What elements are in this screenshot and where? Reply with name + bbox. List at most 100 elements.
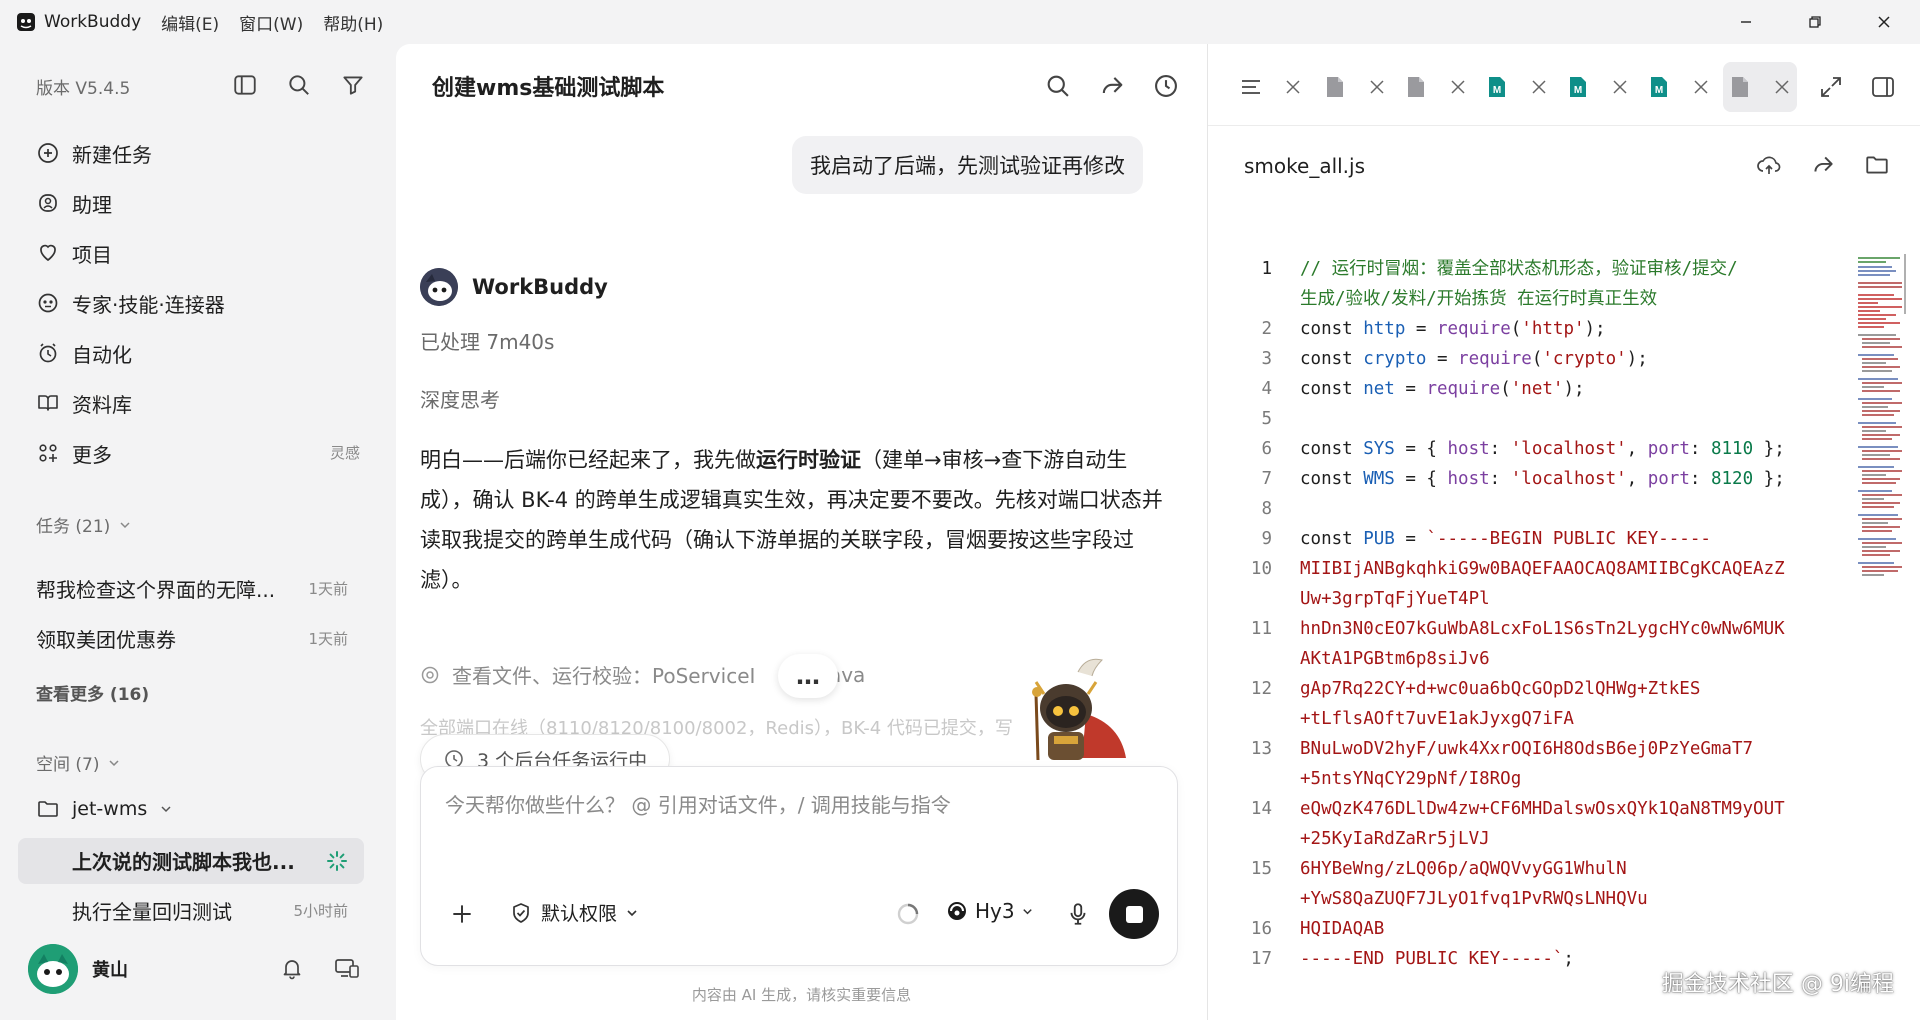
menu-help[interactable]: 帮助(H) [323, 10, 383, 35]
code-line[interactable]: Uw+3grpTqFjYueT4Pl [1208, 584, 1848, 614]
code-line[interactable]: 8 [1208, 494, 1848, 524]
filter-icon[interactable] [340, 72, 366, 98]
close-tab-icon[interactable] [1530, 78, 1548, 96]
inspiration-hint[interactable]: 灵感 [330, 442, 360, 463]
chat-input-placeholder[interactable]: 今天帮你做些什么？ @ 引用对话文件，/ 调用技能与指令 [445, 789, 951, 818]
outline-menu-icon[interactable] [1238, 74, 1264, 100]
code-line[interactable]: 9 const PUB = `-----BEGIN PUBLIC KEY----- [1208, 524, 1848, 554]
nav-expert-skills[interactable]: 专家·技能·连接器 [36, 288, 225, 318]
close-tab-icon[interactable] [1773, 78, 1791, 96]
code-line[interactable]: 12 gAp7Rq22CY+d+wc0ua6bQcGOpD2lQHWg+ZtkES [1208, 674, 1848, 704]
editor-file-tab[interactable]: M [1642, 62, 1716, 112]
sidebar-toggle-icon[interactable] [232, 72, 258, 98]
task-item[interactable]: 领取美团优惠券 1天前 [36, 624, 348, 653]
nav-new-task[interactable]: 新建任务 [36, 138, 152, 168]
code-line[interactable]: 6 const SYS = { host: 'localhost', port: … [1208, 434, 1848, 464]
code-line[interactable]: 13 BNuLwoDV2hyF/uwk4XxrOQI6H8OdsB6ej0PzYe… [1208, 734, 1848, 764]
editor-file-tab[interactable]: M [1561, 62, 1635, 112]
add-attachment-icon[interactable] [449, 901, 475, 927]
nav-assistant[interactable]: 助理 [36, 188, 112, 218]
code-line[interactable]: +tLflsAOft7uvE1akJyxgQ7iFA [1208, 704, 1848, 734]
upload-icon[interactable] [1756, 152, 1782, 178]
code-line[interactable]: AKtA1PGBtm6p8siJv6 [1208, 644, 1848, 674]
close-tab-icon[interactable] [1692, 78, 1710, 96]
editor-file-tab[interactable] [1399, 62, 1473, 112]
code-line[interactable]: 10 MIIBIjANBgkqhkiG9w0BAQEFAAOCAQ8AMIIBCg… [1208, 554, 1848, 584]
share-icon[interactable] [1810, 152, 1836, 178]
close-tab-icon[interactable] [1449, 78, 1467, 96]
code-minimap[interactable] [1856, 254, 1906, 584]
minimize-button[interactable] [1718, 0, 1774, 44]
code-text: eQwQzK476DLlDw4zw+CF6MHDalswOsxQYk1QaN8T… [1300, 799, 1785, 819]
close-window-button[interactable] [1856, 0, 1912, 44]
project-icon [36, 241, 60, 265]
see-more-link[interactable]: 查看更多 (16) [36, 680, 149, 705]
code-line[interactable]: 16 HQIDAQAB [1208, 914, 1848, 944]
permission-selector[interactable]: 默认权限 [509, 899, 639, 926]
menu-edit[interactable]: 编辑(E) [161, 10, 219, 35]
code-line[interactable]: 1 // 运行时冒烟：覆盖全部状态机形态，验证审核/提交/ [1208, 254, 1848, 284]
code-view[interactable]: 1 // 运行时冒烟：覆盖全部状态机形态，验证审核/提交/生成/验收/发料/开始拣… [1208, 254, 1848, 974]
code-text: 生成/验收/发料/开始拣货 在运行时真正生效 [1300, 289, 1658, 309]
search-icon[interactable] [286, 72, 312, 98]
bell-icon[interactable] [280, 956, 304, 980]
more-options-button[interactable]: … [778, 654, 838, 698]
code-line[interactable]: 15 6HYBeWng/zLQ06p/aQWQVvyGG1WhulN [1208, 854, 1848, 884]
code-line[interactable]: 11 hnDn3N0cEO7kGuWbA8LcxFoL1S6sTn2LygcHYc… [1208, 614, 1848, 644]
space-task-item[interactable]: 执行全量回归测试 5小时前 [72, 896, 348, 925]
task-item[interactable]: 帮我检查这个界面的无障... 1天前 [36, 574, 348, 603]
code-line[interactable]: 生成/验收/发料/开始拣货 在运行时真正生效 [1208, 284, 1848, 314]
microphone-icon[interactable] [1065, 901, 1091, 927]
code-line[interactable]: 14 eQwQzK476DLlDw4zw+CF6MHDalswOsxQYk1QaN… [1208, 794, 1848, 824]
code-line[interactable]: +5ntsYNqCY29pNf/I8ROg [1208, 764, 1848, 794]
chevron-down-icon [625, 906, 639, 920]
editor-file-tab[interactable] [1318, 62, 1392, 112]
spaces-section-header[interactable]: 空间 (7) [36, 750, 121, 775]
history-icon[interactable] [1152, 72, 1180, 100]
editor-file-tab[interactable] [1723, 62, 1797, 112]
space-jet-wms[interactable]: jet-wms [36, 794, 173, 824]
chat-input-box[interactable]: 今天帮你做些什么？ @ 引用对话文件，/ 调用技能与指令 默认权限 Hy3 [420, 766, 1178, 966]
expand-icon[interactable] [1818, 74, 1844, 100]
space-task-item-active[interactable]: 上次说的测试脚本我也... [72, 846, 348, 875]
code-line[interactable]: 2 const http = require('http'); [1208, 314, 1848, 344]
user-profile[interactable]: 黄山 [28, 944, 128, 994]
open-folder-icon[interactable] [1864, 152, 1890, 178]
reply-emphasis: 运行时验证 [756, 448, 861, 472]
line-number: 1 [1261, 259, 1272, 279]
code-line[interactable]: 3 const crypto = require('crypto'); [1208, 344, 1848, 374]
deep-think-toggle[interactable]: 深度思考 [420, 384, 500, 413]
restore-button[interactable] [1787, 0, 1843, 44]
code-line[interactable]: 4 const net = require('net'); [1208, 374, 1848, 404]
nav-project[interactable]: 项目 [36, 238, 112, 268]
search-icon[interactable] [1044, 72, 1072, 100]
devices-icon[interactable] [334, 956, 360, 980]
line-number: 15 [1250, 859, 1272, 879]
code-text: gAp7Rq22CY+d+wc0ua6bQcGOpD2lQHWg+ZtkES [1300, 679, 1701, 699]
nav-library[interactable]: 资料库 [36, 388, 132, 418]
code-text: 6HYBeWng/zLQ06p/aQWQVvyGG1WhulN [1300, 859, 1627, 879]
model-logo-icon [945, 899, 969, 923]
code-line[interactable]: +YwS8QaZUQF7JLyO1fvq1PvRWQsLNHQVu [1208, 884, 1848, 914]
code-line[interactable]: +25KyIaRdZaRr5jLVJ [1208, 824, 1848, 854]
close-tab-icon[interactable] [1368, 78, 1386, 96]
line-number: 7 [1261, 469, 1272, 489]
panel-toggle-icon[interactable] [1870, 74, 1896, 100]
stop-generation-button[interactable] [1109, 889, 1159, 939]
close-icon[interactable] [1284, 78, 1302, 96]
share-icon[interactable] [1098, 72, 1126, 100]
nav-automation[interactable]: 自动化 [36, 338, 132, 368]
code-line[interactable]: 5 [1208, 404, 1848, 434]
model-selector[interactable]: Hy3 [945, 899, 1034, 923]
markdown-file-icon: M [1648, 75, 1670, 99]
nav-more[interactable]: 更多 [36, 438, 112, 468]
processed-duration[interactable]: 已处理 7m40s [420, 326, 554, 355]
tasks-section-header[interactable]: 任务 (21) [36, 512, 132, 537]
menu-window[interactable]: 窗口(W) [239, 10, 303, 35]
close-tab-icon[interactable] [1611, 78, 1629, 96]
code-line[interactable]: 7 const WMS = { host: 'localhost', port: … [1208, 464, 1848, 494]
minimize-icon [1741, 21, 1751, 23]
editor-file-tab[interactable]: M [1480, 62, 1554, 112]
svg-text:M: M [1574, 85, 1582, 96]
line-number: 2 [1261, 319, 1272, 339]
